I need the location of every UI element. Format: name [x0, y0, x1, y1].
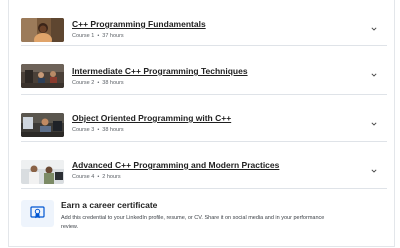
course-meta: Course 4 • 2 hours [72, 174, 121, 180]
course-thumbnail [21, 18, 64, 42]
course-item[interactable]: Intermediate C++ Programming Techniques … [21, 46, 387, 95]
course-item[interactable]: Object Oriented Programming with C++ Cou… [21, 95, 387, 142]
course-number: Course 2 [72, 80, 95, 86]
course-item[interactable]: Advanced C++ Programming and Modern Prac… [21, 142, 387, 189]
course-title[interactable]: Advanced C++ Programming and Modern Prac… [72, 160, 279, 170]
course-item[interactable]: C++ Programming Fundamentals Course 1 • 37… [21, 0, 387, 46]
meta-separator: • [97, 174, 100, 180]
meta-separator: • [97, 80, 100, 86]
chevron-down-icon[interactable] [371, 72, 377, 78]
course-thumbnail [21, 160, 64, 184]
chevron-down-icon[interactable] [371, 121, 377, 127]
course-meta: Course 2 • 38 hours [72, 80, 124, 86]
chevron-down-icon[interactable] [371, 26, 377, 32]
meta-separator: • [97, 33, 100, 39]
course-title[interactable]: Object Oriented Programming with C++ [72, 113, 231, 123]
chevron-down-icon[interactable] [371, 168, 377, 174]
course-title[interactable]: Intermediate C++ Programming Techniques [72, 66, 248, 76]
course-number: Course 4 [72, 174, 95, 180]
course-thumbnail [21, 113, 64, 137]
course-meta: Course 3 • 38 hours [72, 127, 124, 133]
certificate-icon-box [21, 200, 54, 227]
course-number: Course 1 [72, 33, 95, 39]
course-duration: 37 hours [102, 33, 124, 39]
course-number: Course 3 [72, 127, 95, 133]
meta-separator: • [97, 127, 100, 133]
course-duration: 2 hours [102, 174, 121, 180]
course-list: C++ Programming Fundamentals Course 1 • 37… [21, 0, 387, 189]
certificate-description: Add this credential to your LinkedIn pro… [61, 215, 325, 230]
certificate-icon [30, 206, 45, 219]
course-thumbnail [21, 64, 64, 88]
course-duration: 38 hours [102, 127, 124, 133]
course-title[interactable]: C++ Programming Fundamentals [72, 19, 206, 29]
course-duration: 38 hours [102, 80, 124, 86]
career-certificate-section: Earn a career certificate Add this crede… [21, 197, 381, 242]
course-meta: Course 1 • 37 hours [72, 33, 124, 39]
certificate-title: Earn a career certificate [61, 200, 158, 210]
